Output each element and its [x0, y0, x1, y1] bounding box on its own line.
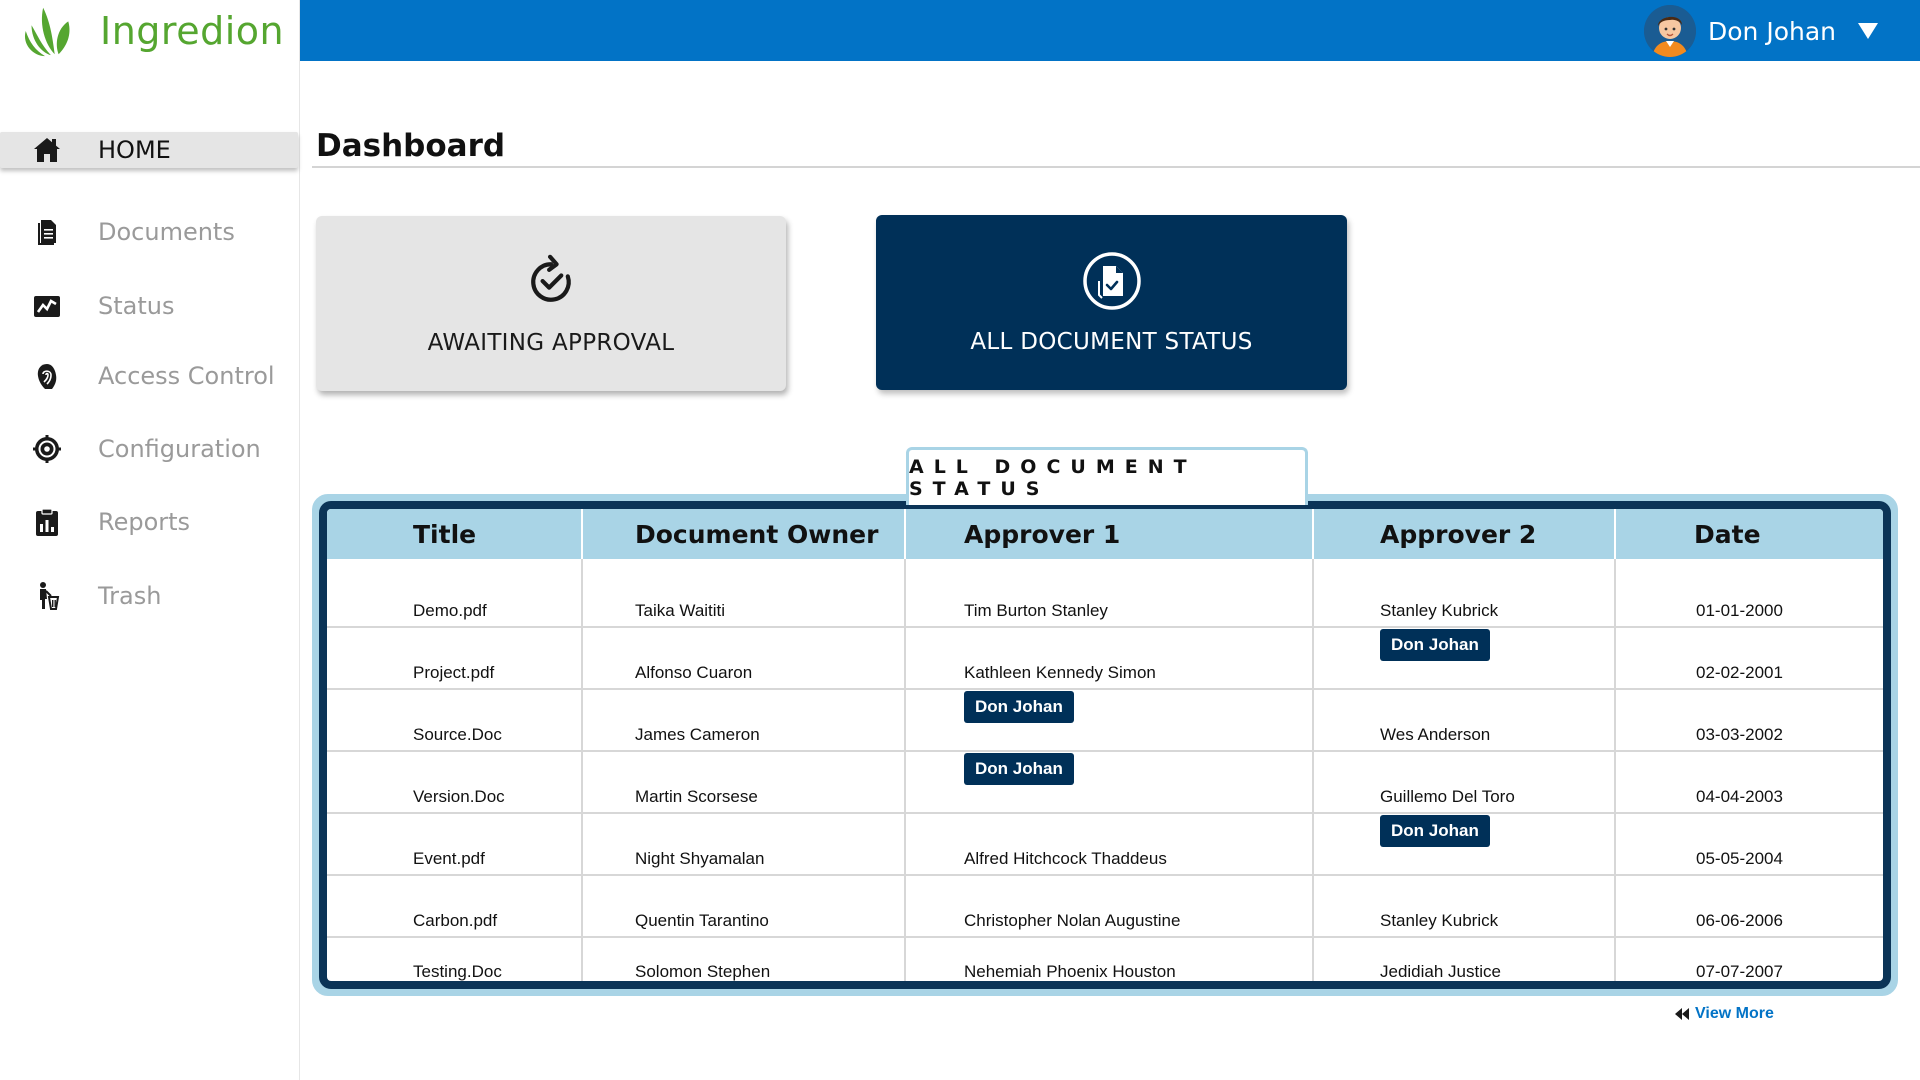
sidebar-item-label: Access Control — [98, 362, 275, 390]
column-header-approver-1[interactable]: Approver 1 — [905, 509, 1314, 559]
cell-approver-1: Alfred Hitchcock Thaddeus — [905, 813, 1314, 876]
refresh-check-icon — [521, 252, 581, 312]
cell-approver-2: Don Johan — [1313, 627, 1616, 690]
sidebar-item-configuration[interactable]: Configuration — [0, 431, 298, 467]
cell-date: 02-02-2001 — [1615, 627, 1883, 690]
page-title: Dashboard — [316, 128, 506, 164]
sidebar: Ingredion HOME Documents Status Access C… — [0, 0, 300, 1080]
cell-title[interactable]: Project.pdf — [327, 627, 583, 690]
cell-date: 01-01-2000 — [1615, 559, 1883, 628]
sidebar-item-access-control[interactable]: Access Control — [0, 358, 298, 394]
column-header-title[interactable]: Title — [327, 509, 583, 559]
sidebar-item-label: Status — [98, 292, 175, 320]
cell-owner: James Cameron — [582, 689, 906, 752]
trash-person-icon — [30, 579, 64, 613]
cell-date: 03-03-2002 — [1615, 689, 1883, 752]
sidebar-item-label: Reports — [98, 508, 191, 536]
cell-date: 07-07-2007 — [1696, 962, 1783, 981]
sidebar-item-trash[interactable]: Trash — [0, 578, 298, 614]
avatar — [1643, 5, 1696, 57]
cell-owner: Martin Scorsese — [582, 751, 906, 814]
cell-approver-1: Tim Burton Stanley — [905, 559, 1314, 628]
document-status-panel: Title Document Owner Approver 1 Approver… — [312, 494, 1898, 996]
table-header-row: Title Document Owner Approver 1 Approver… — [327, 509, 1883, 559]
card-label: AWAITING APPROVAL — [427, 330, 675, 356]
column-header-approver-2[interactable]: Approver 2 — [1313, 509, 1616, 559]
cell-owner: Solomon Stephen — [582, 937, 906, 981]
fingerprint-icon — [30, 359, 64, 393]
cell-owner: Night Shyamalan — [582, 813, 906, 876]
gear-icon — [30, 432, 64, 466]
sidebar-item-label: Documents — [98, 218, 235, 246]
column-header-date[interactable]: Date — [1615, 509, 1883, 559]
table-title: ALL DOCUMENT STATUS — [909, 455, 1197, 500]
cell-title[interactable]: Source.Doc — [327, 689, 583, 752]
sidebar-item-reports[interactable]: Reports — [0, 504, 298, 540]
cell-date: 05-05-2004 — [1615, 813, 1883, 876]
user-avatar-icon — [1643, 5, 1696, 57]
caret-down-icon[interactable] — [1858, 23, 1878, 39]
table-row[interactable]: Carbon.pdf Quentin Tarantino Christopher… — [327, 875, 1883, 938]
view-more-label: View More — [1695, 1005, 1774, 1022]
document-icon — [30, 215, 64, 249]
table-row[interactable]: Event.pdf Night Shyamalan Alfred Hitchco… — [327, 813, 1883, 876]
awaiting-approval-card[interactable]: AWAITING APPROVAL — [316, 216, 786, 391]
cell-approver-2: Guillemo Del Toro — [1313, 751, 1616, 814]
rewind-icon — [1675, 1008, 1689, 1020]
cell-approver-2: Jedidiah Justice — [1313, 937, 1616, 981]
sidebar-item-label: Trash — [98, 582, 162, 610]
column-header-owner[interactable]: Document Owner — [582, 509, 906, 559]
current-user-badge[interactable]: Don Johan — [964, 691, 1074, 723]
document-status-table: Title Document Owner Approver 1 Approver… — [327, 509, 1883, 981]
table-row[interactable]: Demo.pdf Taika Waititi Tim Burton Stanle… — [327, 559, 1883, 628]
cell-date: 06-06-2006 — [1615, 875, 1883, 938]
app-name: Ingredion — [100, 9, 285, 53]
current-user-badge[interactable]: Don Johan — [1380, 815, 1490, 847]
cell-title[interactable]: Version.Doc — [327, 751, 583, 814]
chart-line-icon — [30, 289, 64, 323]
cell-owner: Alfonso Cuaron — [582, 627, 906, 690]
cell-approver-1: Don Johan — [905, 751, 1314, 814]
cell-date: 04-04-2003 — [1615, 751, 1883, 814]
document-status-table-frame: Title Document Owner Approver 1 Approver… — [319, 501, 1891, 989]
table-title-tab: ALL DOCUMENT STATUS — [906, 447, 1308, 505]
cell-approver-2: Wes Anderson — [1313, 689, 1616, 752]
sidebar-item-status[interactable]: Status — [0, 288, 298, 324]
cell-approver-2: Stanley Kubrick — [1313, 559, 1616, 628]
sidebar-item-label: HOME — [98, 136, 171, 164]
top-bar: Don Johan — [300, 0, 1920, 61]
ingredion-leaf-icon — [24, 7, 70, 57]
card-label: ALL DOCUMENT STATUS — [970, 329, 1253, 355]
cell-title[interactable]: Testing.Doc — [327, 937, 583, 981]
cell-approver-1: Nehemiah Phoenix Houston — [905, 937, 1314, 981]
sidebar-item-documents[interactable]: Documents — [0, 214, 298, 250]
user-name: Don Johan — [1707, 16, 1836, 46]
app-logo[interactable]: Ingredion — [18, 0, 284, 62]
user-menu[interactable]: Don Johan — [1643, 3, 1878, 59]
cell-owner: Quentin Tarantino — [582, 875, 906, 938]
cell-approver-1: Christopher Nolan Augustine — [905, 875, 1314, 938]
current-user-badge[interactable]: Don Johan — [964, 753, 1074, 785]
all-document-status-card[interactable]: ALL DOCUMENT STATUS — [876, 215, 1347, 390]
cell-title[interactable]: Demo.pdf — [327, 559, 583, 628]
clipboard-icon — [30, 505, 64, 539]
title-divider — [312, 166, 1920, 168]
table-row[interactable]: Project.pdf Alfonso Cuaron Kathleen Kenn… — [327, 627, 1883, 690]
sidebar-item-label: Configuration — [98, 435, 261, 463]
cell-approver-1: Don Johan — [905, 689, 1314, 752]
cell-title[interactable]: Event.pdf — [327, 813, 583, 876]
cell-approver-2: Stanley Kubrick — [1313, 875, 1616, 938]
table-row[interactable]: Version.Doc Martin Scorsese Don Johan Gu… — [327, 751, 1883, 814]
view-more-link[interactable]: View More — [1674, 1005, 1774, 1023]
current-user-badge[interactable]: Don Johan — [1380, 629, 1490, 661]
table-row[interactable]: Source.Doc James Cameron Don Johan Wes A… — [327, 689, 1883, 752]
home-icon — [30, 133, 64, 167]
cell-owner: Taika Waititi — [582, 559, 906, 628]
cell-approver-2: Don Johan — [1313, 813, 1616, 876]
table-row[interactable]: Testing.Doc Solomon Stephen Nehemiah Pho… — [327, 937, 1883, 981]
sidebar-item-home[interactable]: HOME — [0, 132, 298, 168]
cell-title[interactable]: Carbon.pdf — [327, 875, 583, 938]
cell-approver-1: Kathleen Kennedy Simon — [905, 627, 1314, 690]
document-check-icon — [1082, 251, 1142, 311]
